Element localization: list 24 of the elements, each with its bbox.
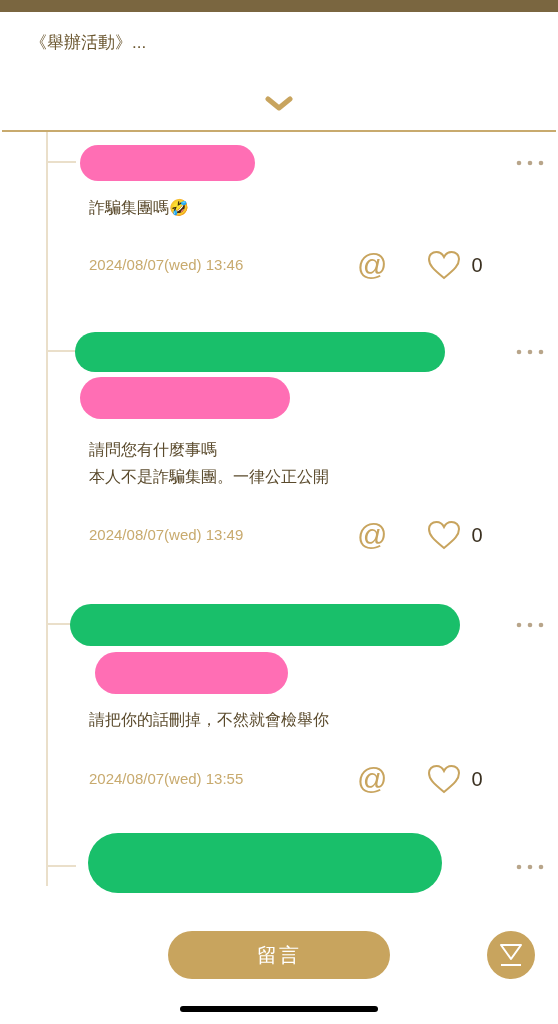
more-icon[interactable]	[516, 349, 544, 355]
more-icon[interactable]	[516, 160, 544, 166]
heart-icon[interactable]	[427, 250, 462, 280]
comment-text: 請把你的話刪掉，不然就會檢舉你	[89, 710, 329, 730]
more-icon[interactable]	[516, 864, 544, 870]
heart-icon[interactable]	[427, 520, 462, 550]
timestamp: 2024/08/07(wed) 13:55	[89, 768, 245, 789]
like-count: 0	[471, 253, 483, 278]
heart-icon[interactable]	[427, 764, 462, 794]
comment-text: 詐騙集團嗎🤣	[89, 198, 189, 218]
timestamp: 2024/08/07(wed) 13:46	[89, 254, 245, 275]
more-icon[interactable]	[516, 622, 544, 628]
like-count: 0	[471, 523, 483, 548]
comment-text: 請問您有什麼事嗎 本人不是詐騙集團。一律公正公開	[89, 440, 329, 487]
comment-button[interactable]: 留言	[168, 931, 390, 979]
timestamp: 2024/08/07(wed) 13:49	[89, 524, 245, 545]
mention-button[interactable]: @	[357, 248, 388, 282]
mention-button[interactable]: @	[357, 762, 388, 796]
like-count: 0	[471, 767, 483, 792]
scroll-bottom-button[interactable]	[487, 931, 535, 979]
post-title: 《舉辦活動》...	[30, 33, 147, 52]
scroll-down-icon	[499, 942, 523, 968]
chevron-down-icon[interactable]	[265, 96, 293, 112]
mention-button[interactable]: @	[357, 518, 388, 552]
